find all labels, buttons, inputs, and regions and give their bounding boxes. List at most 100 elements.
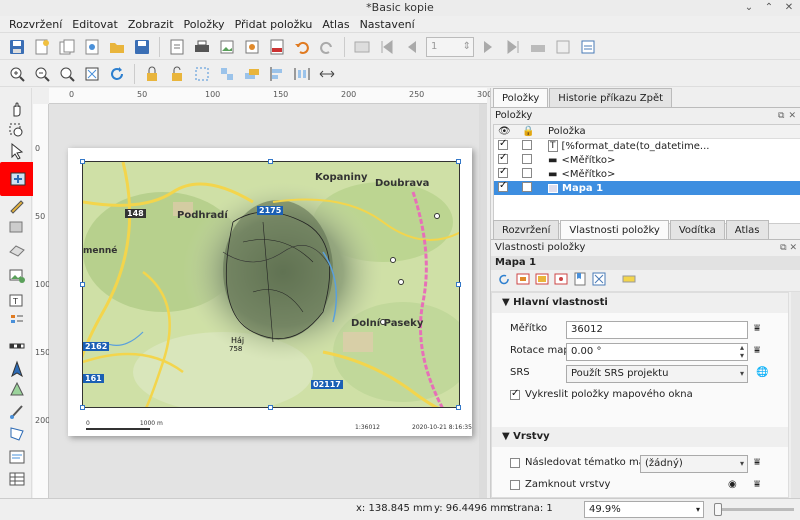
add-legend-icon[interactable] bbox=[6, 310, 28, 332]
follow-theme-checkbox[interactable] bbox=[510, 457, 520, 468]
first-feature-icon[interactable] bbox=[376, 36, 398, 58]
item-lock-checkbox[interactable] bbox=[522, 139, 532, 150]
atlas-print-icon[interactable] bbox=[527, 36, 549, 58]
layers-section[interactable]: ▼ Vrstvy bbox=[492, 427, 788, 447]
raise-items-icon[interactable] bbox=[241, 63, 263, 85]
select-move-icon[interactable] bbox=[6, 140, 28, 162]
zoom-combobox[interactable]: 49.9% ▾ bbox=[584, 501, 704, 518]
atlas-settings-icon[interactable] bbox=[577, 36, 599, 58]
open-template-icon[interactable] bbox=[106, 36, 128, 58]
item-row[interactable]: ▬<Měřítko> bbox=[494, 152, 800, 167]
next-feature-icon[interactable] bbox=[477, 36, 499, 58]
refresh-icon[interactable] bbox=[106, 63, 128, 85]
add-html-icon[interactable] bbox=[6, 446, 28, 468]
menu-rozvrzeni[interactable]: Rozvržení bbox=[4, 16, 67, 32]
add-table-icon[interactable] bbox=[6, 468, 28, 490]
lock-layers-row[interactable]: Zamknout vrstvy bbox=[510, 479, 610, 490]
view-extent-icon[interactable] bbox=[535, 272, 549, 289]
zoom-slider-handle[interactable] bbox=[714, 503, 722, 516]
rotation-input[interactable]: 0.00 ° ▴ ▾ bbox=[566, 343, 748, 361]
lock-expression-icon[interactable]: ⩸ bbox=[754, 479, 760, 490]
undo-icon[interactable] bbox=[291, 36, 313, 58]
group-items-icon[interactable] bbox=[191, 63, 213, 85]
selection-handle-tr[interactable] bbox=[456, 159, 461, 164]
float-icon[interactable]: ⧉ bbox=[780, 243, 786, 253]
scalebar-item[interactable]: 0 1000 m bbox=[86, 420, 163, 430]
main-properties-section[interactable]: ▼ Hlavní vlastnosti bbox=[492, 293, 788, 313]
draw-items-checkbox[interactable] bbox=[510, 388, 520, 400]
edit-nodes-icon[interactable] bbox=[6, 194, 28, 216]
draw-items-row[interactable]: Vykreslit položky mapového okna bbox=[510, 388, 693, 400]
item-visible-checkbox[interactable] bbox=[498, 152, 508, 164]
item-row[interactable]: ▬<Měřítko> bbox=[494, 166, 800, 181]
last-feature-icon[interactable] bbox=[502, 36, 524, 58]
ungroup-items-icon[interactable] bbox=[216, 63, 238, 85]
tab-rozvrzeni[interactable]: Rozvržení bbox=[493, 220, 560, 239]
menu-editovat[interactable]: Editovat bbox=[67, 16, 123, 32]
menu-pridat-polozku[interactable]: Přidat položku bbox=[230, 16, 318, 32]
selection-handle-bl[interactable] bbox=[80, 405, 85, 410]
rotation-expression-icon[interactable]: ⩸ bbox=[754, 345, 760, 356]
labeling-icon[interactable] bbox=[622, 272, 636, 289]
add-3d-map-icon[interactable] bbox=[6, 238, 28, 260]
float-icon[interactable]: ⧉ bbox=[778, 108, 784, 124]
atlas-preview-icon[interactable] bbox=[351, 36, 373, 58]
export-svg-icon[interactable] bbox=[241, 36, 263, 58]
item-lock-checkbox[interactable] bbox=[522, 167, 532, 178]
align-items-icon[interactable] bbox=[266, 63, 288, 85]
scale-expression-icon[interactable]: ⩸ bbox=[754, 323, 760, 334]
tab-polozky[interactable]: Položky bbox=[493, 88, 549, 107]
add-map-icon[interactable] bbox=[6, 216, 28, 238]
distribute-items-icon[interactable] bbox=[291, 63, 313, 85]
lock-items-icon[interactable] bbox=[141, 63, 163, 85]
bookmarks-icon[interactable] bbox=[573, 272, 587, 289]
zoom-full-icon[interactable] bbox=[81, 63, 103, 85]
page-setup-icon[interactable] bbox=[166, 36, 188, 58]
scale-text-item[interactable]: 1:36012 bbox=[355, 424, 380, 431]
item-lock-checkbox[interactable] bbox=[522, 153, 532, 164]
selection-handle-r[interactable] bbox=[456, 282, 461, 287]
add-picture-icon[interactable] bbox=[6, 264, 28, 286]
menu-polozky[interactable]: Položky bbox=[179, 16, 230, 32]
selection-handle-br[interactable] bbox=[456, 405, 461, 410]
close-icon[interactable]: ✕ bbox=[782, 0, 796, 16]
pan-icon[interactable] bbox=[6, 98, 28, 120]
atlas-page-input[interactable]: 1 ⇕ bbox=[426, 36, 474, 57]
selection-handle-l[interactable] bbox=[80, 282, 85, 287]
export-image-icon[interactable] bbox=[216, 36, 238, 58]
add-polygon-icon[interactable] bbox=[6, 422, 28, 444]
zoom-slider[interactable] bbox=[714, 503, 794, 516]
item-row[interactable]: T[%format_date(to_datetime... bbox=[494, 138, 800, 153]
add-label-icon[interactable]: T bbox=[6, 290, 28, 312]
zoom-100-icon[interactable] bbox=[56, 63, 78, 85]
add-shape-icon[interactable] bbox=[6, 378, 28, 400]
theme-expression-icon[interactable]: ⩸ bbox=[754, 457, 760, 468]
lock-layers-checkbox[interactable] bbox=[510, 479, 520, 490]
minimize-icon[interactable]: ⌄ bbox=[742, 0, 756, 16]
selection-handle-t[interactable] bbox=[268, 159, 273, 164]
save-icon[interactable] bbox=[6, 36, 28, 58]
zoom-out-icon[interactable] bbox=[31, 63, 53, 85]
item-row-selected[interactable]: Mapa 1 bbox=[494, 180, 800, 195]
tab-atlas[interactable]: Atlas bbox=[725, 220, 769, 239]
atlas-map-icon[interactable] bbox=[592, 272, 606, 289]
tab-voditka[interactable]: Vodítka bbox=[669, 220, 725, 239]
move-content-icon[interactable] bbox=[0, 162, 36, 196]
follow-theme-row[interactable]: Následovat tématko mapy bbox=[510, 457, 657, 468]
srs-dropdown[interactable]: Použít SRS projektu ▾ bbox=[566, 365, 748, 383]
redo-icon[interactable] bbox=[316, 36, 338, 58]
export-pdf-icon[interactable] bbox=[266, 36, 288, 58]
prev-feature-icon[interactable] bbox=[401, 36, 423, 58]
set-extent-icon[interactable] bbox=[516, 272, 530, 289]
refresh-preview-icon[interactable] bbox=[497, 272, 511, 289]
add-north-arrow-icon[interactable] bbox=[6, 358, 28, 380]
menu-atlas[interactable]: Atlas bbox=[317, 16, 354, 32]
lock-styles-icon[interactable]: ◉ bbox=[728, 479, 737, 490]
menu-zobrazit[interactable]: Zobrazit bbox=[123, 16, 179, 32]
save-template-icon[interactable] bbox=[131, 36, 153, 58]
add-scalebar-icon[interactable] bbox=[6, 334, 28, 356]
close-panel-icon[interactable]: ✕ bbox=[789, 243, 797, 253]
map-item[interactable]: Kopaniny Doubrava Podhradí menné Dolní P… bbox=[82, 161, 460, 408]
item-visible-checkbox[interactable] bbox=[498, 138, 508, 150]
new-layout-icon[interactable] bbox=[31, 36, 53, 58]
